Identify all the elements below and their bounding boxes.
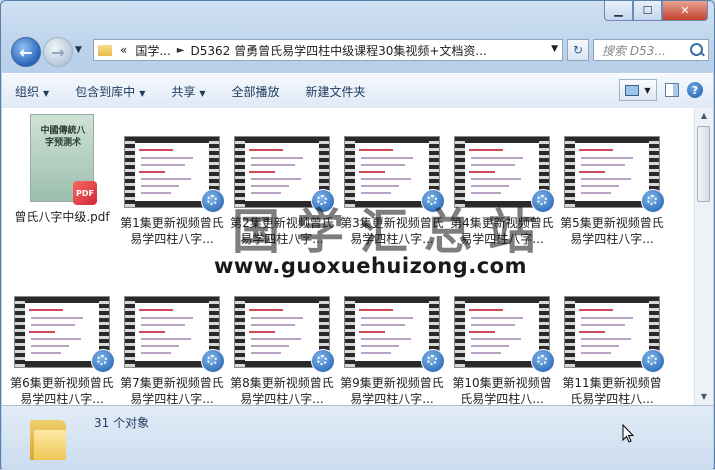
refresh-button[interactable]: ↻ — [567, 39, 589, 61]
pdf-thumbnail: 中國傳統八字预测术 PDF — [30, 114, 97, 205]
video-play-icon — [421, 189, 445, 213]
chevron-down-icon: ▼ — [139, 88, 146, 98]
file-name: 第8集更新视频曾氏 易学四柱八字... — [230, 376, 334, 405]
title-bar: ▁ ☐ ✕ — [1, 1, 714, 29]
maximize-button[interactable]: ☐ — [633, 1, 662, 21]
include-library-label: 包含到库中 — [75, 84, 136, 99]
file-name: 第7集更新视频曾氏 易学四柱八字... — [120, 376, 224, 405]
arrow-right-icon: → — [51, 42, 65, 62]
folder-icon — [98, 44, 112, 56]
arrow-left-icon: ← — [19, 42, 33, 62]
explorer-window: ▁ ☐ ✕ ← → ▼ « 国学... ► D5362 曾勇曾氏易学四柱中级课程… — [0, 0, 715, 470]
organize-button[interactable]: 组织 ▼ — [2, 83, 62, 100]
forward-button[interactable]: → — [43, 37, 73, 67]
video-thumbnail — [454, 136, 555, 213]
share-label: 共享 — [171, 84, 196, 99]
file-item[interactable]: 第1集更新视频曾氏 易学四柱八字... — [118, 136, 226, 247]
video-thumbnail — [344, 296, 445, 373]
file-name: 第4集更新视频曾氏 易学四柱八字... — [450, 216, 554, 246]
file-item[interactable]: 第10集更新视频曾 氏易学四柱八... — [448, 296, 556, 405]
file-name: 第2集更新视频曾氏 易学四柱八字... — [230, 216, 334, 246]
video-play-icon — [641, 189, 665, 213]
file-item[interactable]: 第6集更新视频曾氏 易学四柱八字... — [8, 296, 116, 405]
details-pane: 31 个对象 — [2, 405, 713, 470]
pdf-icon: PDF — [73, 181, 97, 205]
organize-label: 组织 — [15, 84, 40, 99]
breadcrumb-item-current[interactable]: D5362 曾勇曾氏易学四柱中级课程30集视频+文档资... — [191, 42, 487, 59]
minimize-button[interactable]: ▁ — [604, 1, 633, 21]
file-name: 第9集更新视频曾氏 易学四柱八字... — [340, 376, 444, 405]
back-button[interactable]: ← — [11, 37, 41, 67]
mouse-cursor-icon — [622, 424, 634, 443]
video-play-icon — [201, 189, 225, 213]
breadcrumb-item[interactable]: 国学... — [135, 42, 170, 59]
preview-pane-icon[interactable] — [665, 83, 679, 97]
file-name: 第10集更新视频曾 氏易学四柱八... — [452, 376, 552, 405]
file-item[interactable]: 中國傳統八字预测术 PDF 曾氏八字中级.pdf — [8, 114, 116, 225]
file-item[interactable]: 第9集更新视频曾氏 易学四柱八字... — [338, 296, 446, 405]
command-bar: 组织 ▼ 包含到库中 ▼ 共享 ▼ 全部播放 新建文件夹 ▼ ? — [2, 73, 713, 109]
file-list: 中國傳統八字预测术 PDF 曾氏八字中级.pdf 第1集更新视频曾氏 易学四柱八字… — [2, 108, 694, 405]
file-item[interactable]: 第11集更新视频曾 氏易学四柱八... — [558, 296, 666, 405]
video-thumbnail — [454, 296, 555, 373]
view-icon — [625, 84, 640, 96]
file-item[interactable]: 第5集更新视频曾氏 易学四柱八字... — [558, 136, 666, 247]
scroll-down-icon[interactable]: ▼ — [695, 389, 713, 405]
video-thumbnail — [564, 136, 665, 213]
new-folder-button[interactable]: 新建文件夹 — [293, 83, 379, 100]
chevron-down-icon[interactable]: ▼ — [644, 86, 650, 95]
scroll-up-icon[interactable]: ▲ — [695, 108, 713, 124]
include-library-button[interactable]: 包含到库中 ▼ — [62, 83, 158, 100]
search-icon[interactable] — [690, 43, 703, 56]
address-bar[interactable]: « 国学... ► D5362 曾勇曾氏易学四柱中级课程30集视频+文档资...… — [93, 39, 563, 61]
close-button[interactable]: ✕ — [662, 1, 708, 21]
file-item[interactable]: 第4集更新视频曾氏 易学四柱八字... — [448, 136, 556, 247]
video-thumbnail — [124, 296, 225, 373]
video-play-icon — [421, 349, 445, 373]
video-play-icon — [201, 349, 225, 373]
video-thumbnail — [14, 296, 115, 373]
video-thumbnail — [124, 136, 225, 213]
scrollbar-thumb[interactable] — [697, 126, 710, 202]
recent-pages-dropdown[interactable]: ▼ — [75, 45, 82, 55]
pdf-cover-title: 中國傳統八字预测术 — [40, 126, 86, 148]
watermark-url: www.guoxuehuizong.com — [214, 254, 527, 278]
search-placeholder: 搜索 D53... — [602, 43, 666, 58]
video-thumbnail — [234, 296, 335, 373]
video-play-icon — [641, 349, 665, 373]
address-dropdown[interactable]: ▼ — [551, 44, 558, 54]
play-all-button[interactable]: 全部播放 — [219, 83, 293, 100]
video-thumbnail — [344, 136, 445, 213]
breadcrumb-overflow[interactable]: « — [120, 43, 127, 57]
change-view-button[interactable]: ▼ — [619, 79, 657, 101]
video-play-icon — [311, 189, 335, 213]
item-count: 31 个对象 — [94, 416, 150, 430]
file-name: 第1集更新视频曾氏 易学四柱八字... — [120, 216, 224, 246]
chevron-down-icon: ▼ — [199, 88, 206, 98]
navigation-bar: ← → ▼ « 国学... ► D5362 曾勇曾氏易学四柱中级课程30集视频+… — [9, 35, 709, 67]
file-item[interactable]: 第8集更新视频曾氏 易学四柱八字... — [228, 296, 336, 405]
file-name: 第3集更新视频曾氏 易学四柱八字... — [340, 216, 444, 246]
folder-icon — [30, 416, 66, 460]
file-item[interactable]: 第2集更新视频曾氏 易学四柱八字... — [228, 136, 336, 247]
file-item[interactable]: 第3集更新视频曾氏 易学四柱八字... — [338, 136, 446, 247]
refresh-icon: ↻ — [572, 43, 584, 57]
video-play-icon — [91, 349, 115, 373]
video-play-icon — [311, 349, 335, 373]
file-name: 第11集更新视频曾 氏易学四柱八... — [562, 376, 662, 405]
file-name: 曾氏八字中级.pdf — [14, 210, 110, 224]
share-button[interactable]: 共享 ▼ — [158, 83, 218, 100]
search-input[interactable]: 搜索 D53... — [593, 39, 709, 61]
video-thumbnail — [564, 296, 665, 373]
video-thumbnail — [234, 136, 335, 213]
vertical-scrollbar[interactable]: ▲ ▼ — [694, 108, 713, 405]
file-item[interactable]: 第7集更新视频曾氏 易学四柱八字... — [118, 296, 226, 405]
breadcrumb-separator-icon[interactable]: ► — [177, 45, 185, 56]
help-icon[interactable]: ? — [687, 82, 703, 98]
file-name: 第6集更新视频曾氏 易学四柱八字... — [10, 376, 114, 405]
video-play-icon — [531, 349, 555, 373]
video-play-icon — [531, 189, 555, 213]
chevron-down-icon: ▼ — [43, 88, 50, 98]
file-name: 第5集更新视频曾氏 易学四柱八字... — [560, 216, 664, 246]
